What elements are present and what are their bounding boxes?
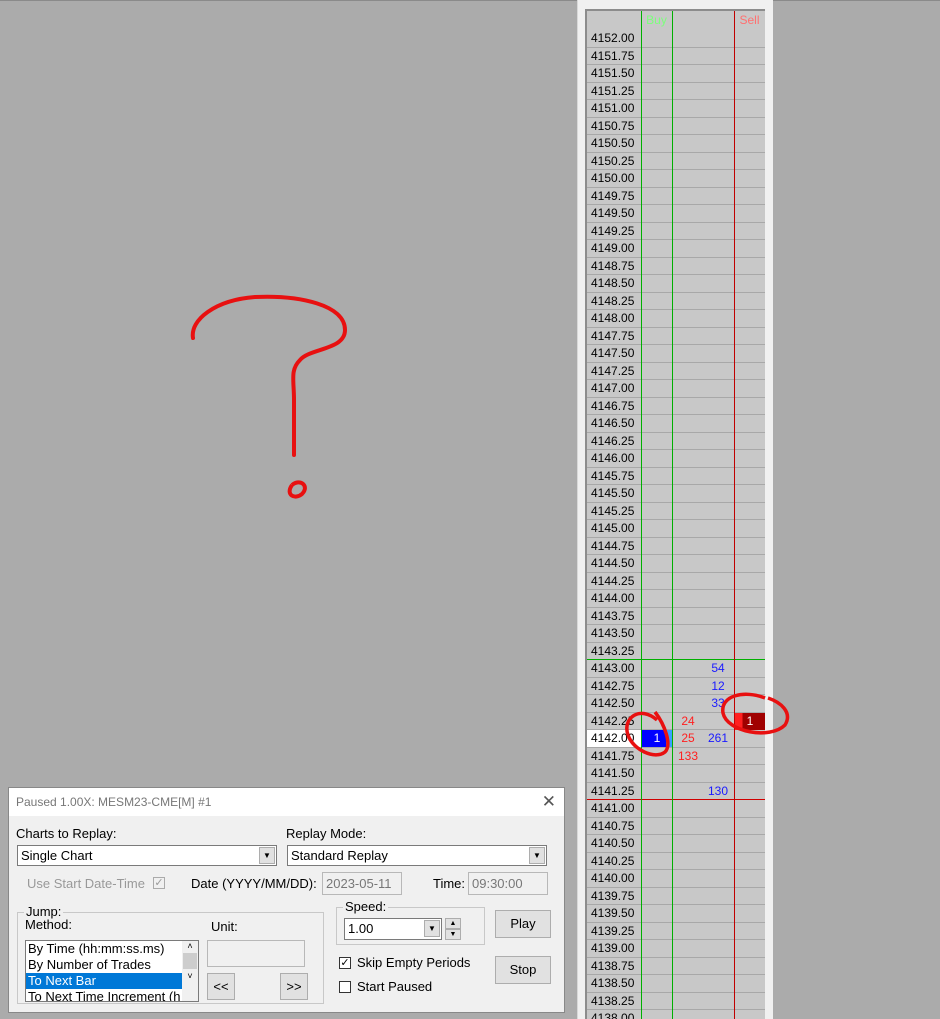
time-field[interactable]: 09:30:00: [468, 872, 548, 895]
use-start-label: Use Start Date-Time: [27, 876, 145, 891]
mode-label: Replay Mode:: [286, 826, 367, 841]
time-label: Time:: [433, 876, 466, 891]
method-scrollbar[interactable]: ˄ ˅: [182, 941, 198, 1001]
question-mark-annotation: [190, 294, 348, 457]
start-paused-label: Start Paused: [357, 979, 433, 994]
charts-select[interactable]: Single Chart ▼: [17, 845, 277, 866]
method-label: Method:: [25, 917, 72, 932]
chevron-down-icon: ▼: [529, 847, 545, 864]
close-icon[interactable]: ✕: [542, 792, 556, 812]
date-label: Date (YYYY/MM/DD):: [191, 876, 317, 891]
method-option[interactable]: By Time (hh:mm:ss.ms): [26, 941, 198, 957]
mode-select[interactable]: Standard Replay ▼: [287, 845, 547, 866]
skip-empty-checkbox[interactable]: ✓: [339, 957, 351, 969]
question-dot-annotation: [287, 480, 307, 499]
dialog-title: Paused 1.00X: MESM23-CME[M] #1: [9, 788, 564, 816]
unit-label: Unit:: [211, 919, 238, 934]
use-start-checkbox[interactable]: ✓: [153, 877, 165, 889]
jump-group: Jump: Method: Unit: By Time (hh:mm:ss.ms…: [17, 904, 324, 1004]
sell-circle-annotation: [721, 692, 790, 735]
speed-up-button[interactable]: ▲: [445, 918, 461, 929]
speed-label: Speed:: [343, 899, 389, 914]
unit-field[interactable]: [207, 940, 305, 967]
speed-group: Speed: 1.00 ▼ ▲ ▼: [336, 899, 485, 945]
charts-label: Charts to Replay:: [16, 826, 117, 841]
scroll-up-icon: ˄: [187, 941, 193, 951]
start-paused-checkbox[interactable]: [339, 981, 351, 993]
chevron-down-icon: ▼: [424, 920, 440, 937]
stop-button[interactable]: Stop: [495, 956, 551, 984]
scroll-thumb[interactable]: [183, 953, 197, 969]
speed-value: 1.00: [348, 921, 374, 936]
method-option-selected[interactable]: To Next Bar: [26, 973, 182, 989]
jump-back-button[interactable]: <<: [207, 973, 235, 1000]
jump-forward-button[interactable]: >>: [280, 973, 308, 1000]
buy-circle-annotation: [625, 710, 670, 757]
date-field[interactable]: 2023-05-11: [322, 872, 402, 895]
method-list[interactable]: By Time (hh:mm:ss.ms) By Number of Trade…: [25, 940, 199, 1002]
mode-value: Standard Replay: [291, 848, 388, 863]
charts-value: Single Chart: [21, 848, 93, 863]
chevron-down-icon: ▼: [259, 847, 275, 864]
method-option[interactable]: By Number of Trades: [26, 957, 198, 973]
scroll-down-icon: ˅: [187, 971, 193, 981]
speed-select[interactable]: 1.00 ▼: [344, 918, 442, 940]
play-button[interactable]: Play: [495, 910, 551, 938]
replay-dialog: Paused 1.00X: MESM23-CME[M] #1 ✕ Charts …: [8, 787, 565, 1013]
speed-down-button[interactable]: ▼: [445, 929, 461, 940]
skip-empty-label: Skip Empty Periods: [357, 955, 471, 970]
method-option[interactable]: To Next Time Increment (h: [26, 989, 182, 1001]
